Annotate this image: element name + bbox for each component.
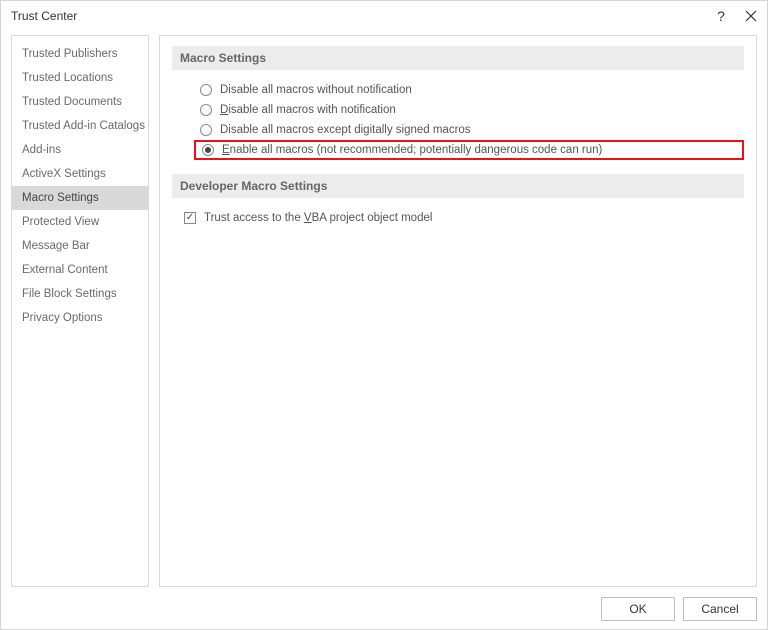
radio-enable-all-macros[interactable]: Enable all macros (not recommended; pote…: [194, 140, 744, 160]
macro-settings-header: Macro Settings: [172, 46, 744, 70]
sidebar-item-trusted-locations[interactable]: Trusted Locations: [12, 66, 148, 90]
sidebar-item-trusted-publishers[interactable]: Trusted Publishers: [12, 42, 148, 66]
sidebar-item-macro-settings[interactable]: Macro Settings: [12, 186, 148, 210]
sidebar-item-activex-settings[interactable]: ActiveX Settings: [12, 162, 148, 186]
radio-disable-except-signed[interactable]: Disable all macros except digitally sign…: [200, 120, 744, 140]
sidebar-item-file-block-settings[interactable]: File Block Settings: [12, 282, 148, 306]
close-icon[interactable]: [743, 8, 759, 24]
radio-icon: [200, 104, 212, 116]
developer-macro-settings-header: Developer Macro Settings: [172, 174, 744, 198]
sidebar-item-addins[interactable]: Add-ins: [12, 138, 148, 162]
ok-button[interactable]: OK: [601, 597, 675, 621]
radio-label: Disable all macros with notification: [220, 104, 396, 116]
category-sidebar: Trusted Publishers Trusted Locations Tru…: [11, 35, 149, 587]
titlebar-controls: ?: [713, 8, 759, 24]
radio-icon: [200, 124, 212, 136]
help-icon[interactable]: ?: [713, 8, 729, 24]
sidebar-item-protected-view[interactable]: Protected View: [12, 210, 148, 234]
sidebar-item-trusted-documents[interactable]: Trusted Documents: [12, 90, 148, 114]
settings-panel: Macro Settings Disable all macros withou…: [159, 35, 757, 587]
radio-icon: [202, 144, 214, 156]
checkbox-trust-vba[interactable]: ✓ Trust access to the VBA project object…: [172, 208, 744, 224]
sidebar-item-trusted-addin-catalogs[interactable]: Trusted Add-in Catalogs: [12, 114, 148, 138]
radio-disable-with-notification[interactable]: Disable all macros with notification: [200, 100, 744, 120]
radio-label: Disable all macros except digitally sign…: [220, 124, 471, 136]
radio-icon: [200, 84, 212, 96]
dialog-title: Trust Center: [11, 9, 77, 23]
checkbox-icon: ✓: [184, 212, 196, 224]
macro-radio-group: Disable all macros without notification …: [172, 80, 744, 160]
sidebar-item-privacy-options[interactable]: Privacy Options: [12, 306, 148, 330]
radio-label: Disable all macros without notification: [220, 84, 412, 96]
radio-label: Enable all macros (not recommended; pote…: [222, 144, 602, 156]
dialog-footer: OK Cancel: [601, 597, 757, 621]
sidebar-item-external-content[interactable]: External Content: [12, 258, 148, 282]
radio-disable-no-notification[interactable]: Disable all macros without notification: [200, 80, 744, 100]
sidebar-item-message-bar[interactable]: Message Bar: [12, 234, 148, 258]
cancel-button[interactable]: Cancel: [683, 597, 757, 621]
checkbox-label: Trust access to the VBA project object m…: [204, 212, 432, 224]
